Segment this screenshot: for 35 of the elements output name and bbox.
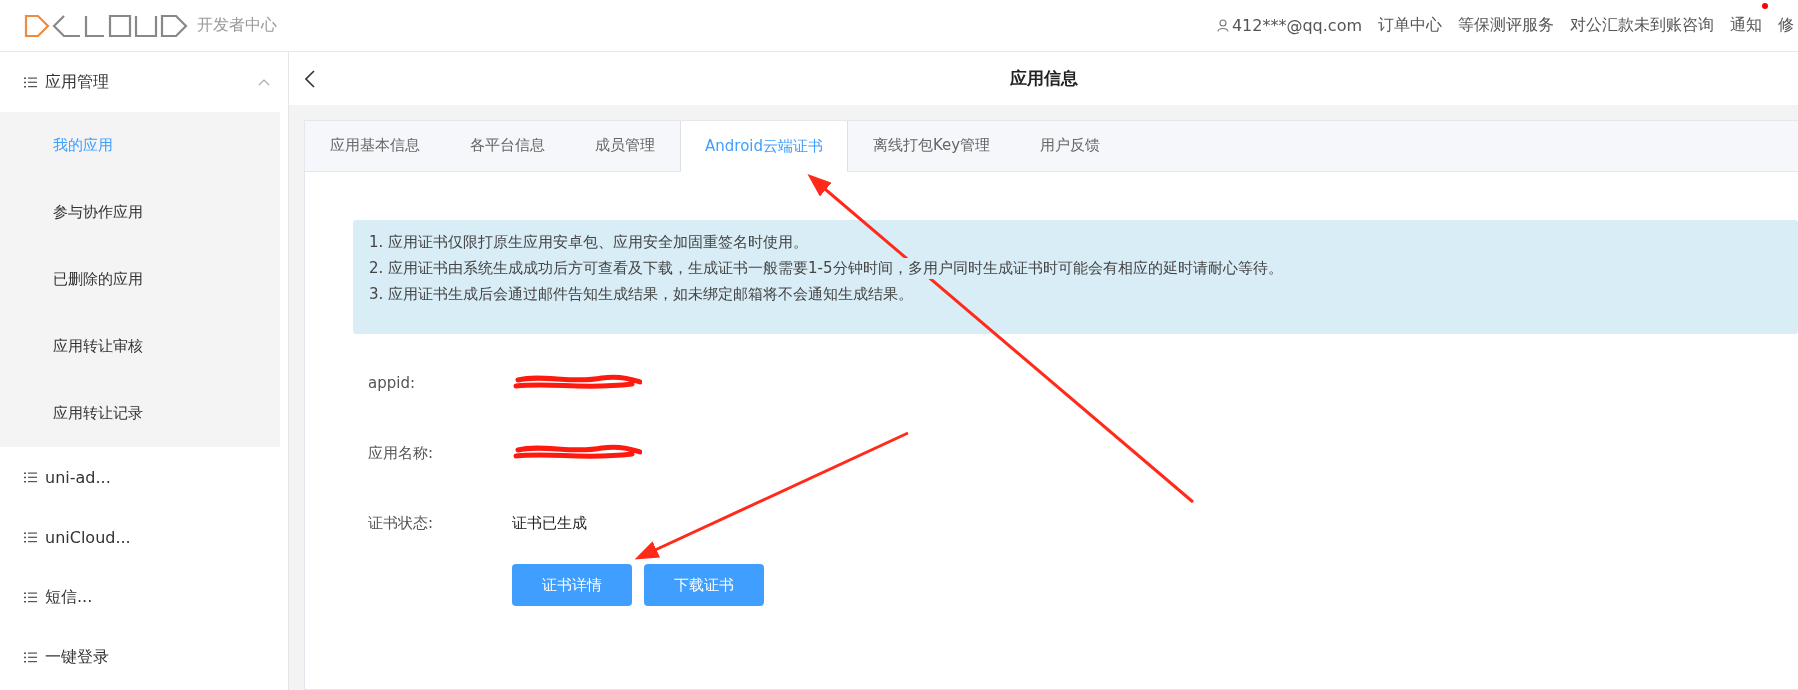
tab[interactable]: 用户反馈 (1015, 121, 1126, 171)
list-icon (24, 531, 37, 543)
sidebar-group[interactable]: uniCloud... (0, 507, 280, 567)
sidebar-item[interactable]: 已删除的应用 (0, 246, 280, 313)
field-value: 证书已生成 (512, 513, 587, 533)
chevron-up-icon (258, 78, 270, 86)
nav-link[interactable]: 对公汇款未到账咨询 (1570, 15, 1714, 36)
nav-link[interactable]: 修 (1778, 15, 1794, 36)
nav-link[interactable]: 通知 (1730, 15, 1762, 36)
list-icon (24, 76, 37, 88)
user-icon (1216, 19, 1229, 32)
logo-subtitle: 开发者中心 (197, 15, 277, 36)
sidebar-item[interactable]: 参与协作应用 (0, 179, 280, 246)
sidebar-group[interactable]: uni-ad... (0, 447, 280, 507)
user-email[interactable]: 412***@qq.com (1231, 16, 1362, 35)
tab[interactable]: 各平台信息 (445, 121, 570, 171)
sidebar-group[interactable]: 短信... (0, 567, 280, 627)
logo-icon (24, 13, 189, 38)
page-title: 应用信息 (1009, 68, 1078, 88)
list-icon (24, 591, 37, 603)
sidebar-item[interactable]: 应用转让审核 (0, 313, 280, 380)
field-label: 证书状态: (368, 513, 435, 533)
sidebar-item[interactable]: 应用转让记录 (0, 380, 280, 447)
tab[interactable]: 离线打包Key管理 (848, 121, 1016, 171)
tab[interactable]: 成员管理 (570, 121, 680, 171)
list-icon (24, 651, 37, 663)
nav-link[interactable]: 订单中心 (1378, 15, 1442, 36)
sidebar-group[interactable]: 应用管理 (0, 52, 280, 112)
field-label: 应用名称: (368, 443, 435, 463)
back-icon[interactable] (305, 69, 315, 88)
sidebar-group[interactable]: 一键登录 (0, 627, 280, 687)
list-icon (24, 471, 37, 483)
field-label: appid: (368, 374, 416, 392)
tab[interactable]: 应用基本信息 (305, 121, 445, 171)
nav-link[interactable]: 等保测评服务 (1458, 15, 1554, 36)
